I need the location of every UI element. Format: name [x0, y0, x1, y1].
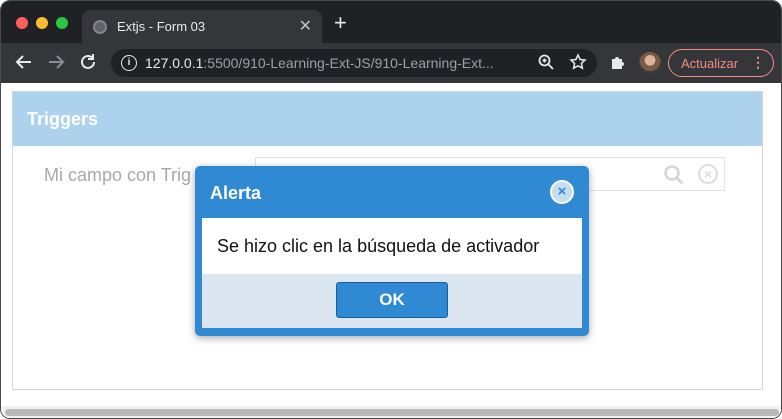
zoom-icon[interactable]	[537, 53, 555, 75]
info-icon[interactable]: i	[121, 55, 137, 71]
close-icon[interactable]: ×	[550, 180, 574, 204]
horizontal-scrollbar[interactable]	[1, 406, 781, 418]
browser-toolbar: i 127.0.0.1:5500/910-Learning-Ext-JS/910…	[1, 43, 781, 83]
browser-window: Extjs - Form 03 ✕ + i 127.0.0.1:5500/910…	[0, 0, 782, 419]
scrollbar-thumb[interactable]	[5, 409, 779, 416]
tab-strip: Extjs - Form 03 ✕ +	[1, 1, 781, 43]
dialog-body: Se hizo clic en la búsqueda de activador	[202, 218, 582, 274]
url-host: 127.0.0.1	[145, 55, 204, 71]
panel-header: Triggers	[13, 92, 762, 146]
new-tab-button[interactable]: +	[334, 12, 347, 34]
url-text[interactable]: 127.0.0.1:5500/910-Learning-Ext-JS/910-L…	[145, 55, 494, 71]
dialog-message: Se hizo clic en la búsqueda de activador	[217, 236, 540, 256]
update-label: Actualizar	[681, 56, 739, 71]
address-bar[interactable]: i 127.0.0.1:5500/910-Learning-Ext-JS/910…	[111, 49, 597, 77]
reload-icon[interactable]	[77, 51, 99, 73]
dialog-title: Alerta	[210, 183, 262, 203]
browser-tab[interactable]: Extjs - Form 03 ✕	[82, 10, 322, 43]
forward-arrow-icon[interactable]	[45, 51, 67, 73]
alert-dialog: Alerta × Se hizo clic en la búsqueda de …	[195, 166, 589, 336]
star-icon[interactable]	[569, 53, 587, 75]
globe-icon	[93, 20, 107, 34]
update-button[interactable]: Actualizar ⋮	[668, 49, 774, 77]
search-icon[interactable]	[663, 164, 684, 185]
tab-close-icon[interactable]: ✕	[299, 16, 312, 36]
dialog-footer: OK	[202, 274, 582, 328]
ok-button[interactable]: OK	[336, 282, 448, 318]
panel-title: Triggers	[27, 109, 99, 129]
menu-icon[interactable]: ⋮	[751, 54, 765, 71]
minimize-window-button[interactable]	[36, 17, 48, 29]
close-window-button[interactable]	[16, 17, 28, 29]
field-label: Mi campo con Trig	[44, 165, 192, 185]
puzzle-icon[interactable]	[609, 53, 627, 75]
back-arrow-icon[interactable]	[13, 51, 35, 73]
avatar[interactable]	[639, 52, 661, 74]
maximize-window-button[interactable]	[56, 17, 68, 29]
clear-icon[interactable]: ×	[698, 164, 718, 184]
tab-title: Extjs - Form 03	[117, 19, 206, 34]
url-path: :5500/910-Learning-Ext-JS/910-Learning-E…	[203, 55, 494, 71]
